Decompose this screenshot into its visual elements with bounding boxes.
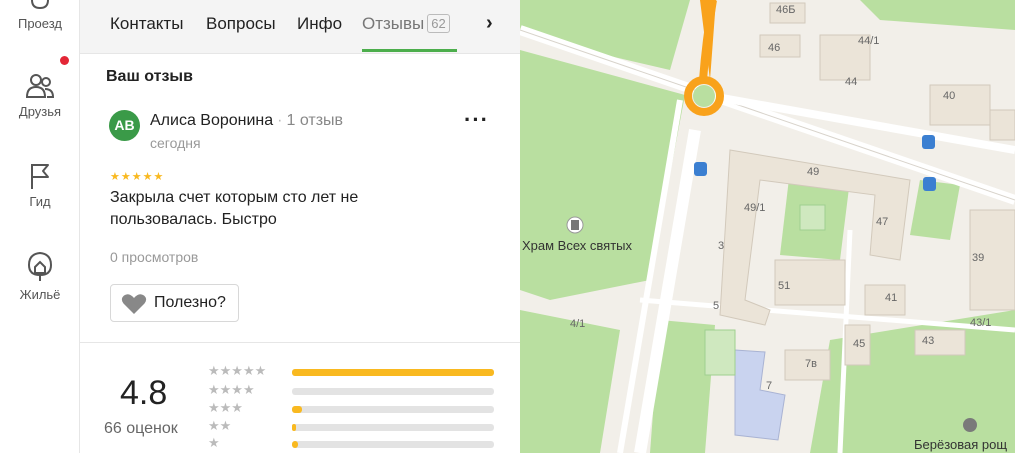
rating-row-stars: ★ bbox=[208, 435, 220, 450]
tab-questions[interactable]: Вопросы bbox=[206, 14, 276, 34]
rating-row-stars: ★★★★★ bbox=[208, 363, 267, 378]
friends-icon bbox=[25, 74, 55, 98]
rail-label-guide: Гид bbox=[29, 194, 51, 209]
rating-bar-fill bbox=[292, 424, 297, 431]
building-label: 43/1 bbox=[970, 317, 992, 329]
rail-label-route: Проезд bbox=[17, 16, 62, 31]
building-label: 41 bbox=[885, 292, 898, 304]
building-label: 49/1 bbox=[744, 202, 766, 214]
building-label: 51 bbox=[778, 280, 791, 292]
rating-row-5: ★★★★★ bbox=[208, 363, 498, 378]
tab-bar: Контакты Вопросы Инфо Отзывы 62 › bbox=[80, 0, 520, 54]
rating-bar bbox=[292, 369, 494, 376]
tab-info[interactable]: Инфо bbox=[297, 14, 342, 34]
more-options-icon[interactable]: ··· bbox=[464, 109, 489, 131]
park-label[interactable]: Берёзовая рощ bbox=[914, 437, 1007, 452]
notification-dot bbox=[60, 56, 69, 65]
review-stars: ★★★★★ bbox=[110, 171, 165, 183]
section-title: Ваш отзыв bbox=[106, 68, 193, 85]
building-label: 44 bbox=[845, 76, 858, 88]
rating-bar bbox=[292, 406, 494, 413]
review-views: 0 просмотров bbox=[110, 249, 199, 265]
org-panel: Контакты Вопросы Инфо Отзывы 62 › Ваш отз… bbox=[80, 0, 520, 453]
rating-row-stars: ★★★ bbox=[208, 400, 243, 415]
author-review-count: 1 отзыв bbox=[286, 112, 344, 129]
rating-row-3: ★★★ bbox=[208, 400, 498, 415]
author-name[interactable]: Алиса Воронина bbox=[150, 112, 273, 129]
rail-item-guide[interactable]: Гид bbox=[0, 162, 80, 209]
tab-contacts[interactable]: Контакты bbox=[110, 14, 183, 34]
building-label: 3 bbox=[718, 240, 725, 252]
building-label: 5 bbox=[713, 300, 720, 312]
avatar[interactable]: АВ bbox=[109, 110, 140, 141]
useful-label: Полезно? bbox=[154, 294, 226, 311]
rating-bar bbox=[292, 388, 494, 395]
building-label: 40 bbox=[943, 90, 956, 102]
heart-icon bbox=[121, 294, 147, 314]
map[interactable]: 46Б 46 44/1 44 40 49 49/1 47 3 51 5 41 3… bbox=[520, 0, 1015, 453]
building-label: 45 bbox=[853, 338, 866, 350]
chevron-right-icon[interactable]: › bbox=[486, 12, 493, 35]
divider bbox=[80, 342, 520, 343]
rating-bar-fill bbox=[292, 406, 303, 413]
tab-reviews[interactable]: Отзывы 62 bbox=[362, 14, 450, 34]
rating-row-2: ★★ bbox=[208, 418, 498, 433]
rating-row-stars: ★★★★ bbox=[208, 382, 255, 397]
building-label: 47 bbox=[876, 216, 889, 228]
separator-dot: · bbox=[277, 112, 283, 129]
poi-label[interactable]: Храм Всех святых bbox=[522, 238, 632, 253]
review-text: Закрыла счет которым сто лет не пользова… bbox=[110, 189, 359, 228]
building-label: 46 bbox=[768, 42, 781, 54]
building-label: 7в bbox=[805, 358, 817, 370]
rail-label-housing: Жильё bbox=[19, 287, 61, 302]
active-tab-indicator bbox=[362, 49, 457, 52]
rating-bar bbox=[292, 424, 494, 431]
rating-bar-fill bbox=[292, 441, 299, 448]
route-icon bbox=[31, 0, 49, 10]
rating-row-1: ★ bbox=[208, 435, 498, 450]
building-label: 39 bbox=[972, 252, 985, 264]
left-rail: Проезд Друзья Гид Жильё bbox=[0, 0, 80, 453]
tab-reviews-label: Отзывы bbox=[362, 14, 425, 33]
building-label: 4/1 bbox=[570, 318, 586, 330]
building-label: 7 bbox=[766, 380, 773, 392]
house-icon bbox=[27, 251, 53, 281]
rail-item-housing[interactable]: Жильё bbox=[0, 251, 80, 302]
rail-label-friends: Друзья bbox=[18, 104, 62, 119]
rating-row-4: ★★★★ bbox=[208, 382, 498, 397]
rating-bar bbox=[292, 441, 494, 448]
flag-icon bbox=[31, 164, 49, 189]
rail-item-friends[interactable]: Друзья bbox=[0, 72, 80, 119]
rating-count: 66 оценок bbox=[104, 420, 178, 437]
building-label: 44/1 bbox=[858, 35, 880, 47]
review-date: сегодня bbox=[150, 135, 201, 151]
rating-row-stars: ★★ bbox=[208, 418, 232, 433]
rating-value: 4.8 bbox=[120, 374, 168, 412]
building-label: 49 bbox=[807, 166, 820, 178]
building-label: 46Б bbox=[776, 4, 796, 16]
reviews-count-badge: 62 bbox=[427, 14, 450, 33]
building-label: 43 bbox=[922, 335, 935, 347]
rail-item-route[interactable]: Проезд bbox=[0, 0, 80, 31]
rating-bar-fill bbox=[292, 369, 494, 376]
review-author: Алиса Воронина · 1 отзыв bbox=[150, 112, 343, 130]
useful-button[interactable]: Полезно? bbox=[110, 284, 239, 322]
